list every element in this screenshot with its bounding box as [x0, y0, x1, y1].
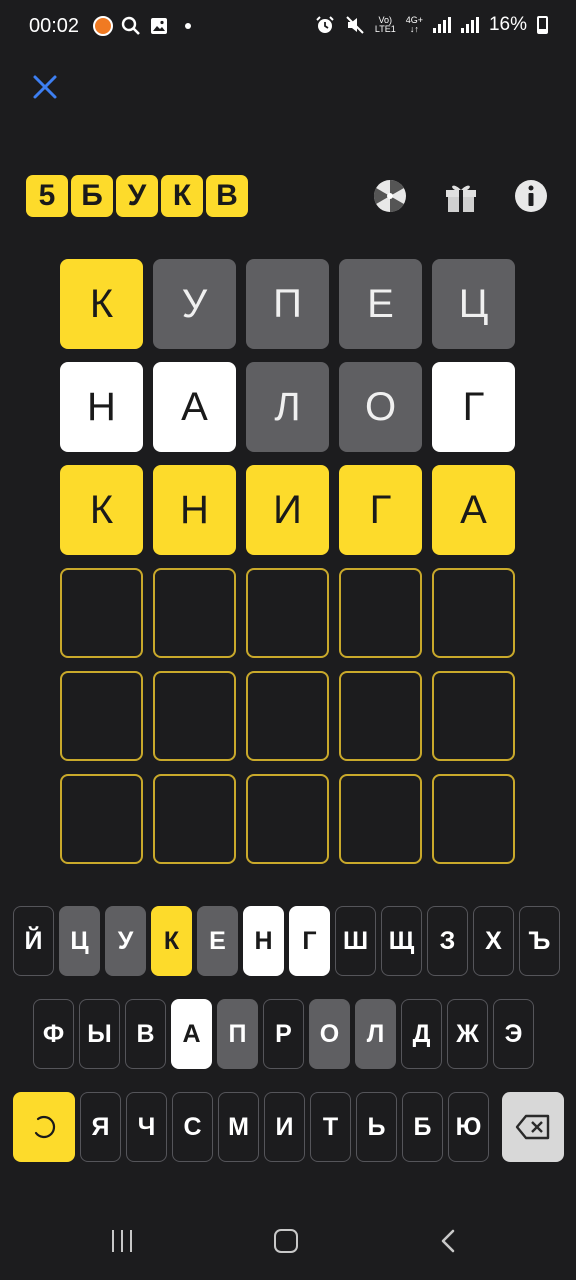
board-cell: К: [60, 465, 143, 555]
board-cell: [60, 671, 143, 761]
recent-apps-icon[interactable]: [112, 1230, 132, 1252]
key-button[interactable]: Д: [401, 999, 442, 1069]
key-button[interactable]: И: [264, 1092, 305, 1162]
key-button[interactable]: Т: [310, 1092, 351, 1162]
board-cell: П: [246, 259, 329, 349]
key-button[interactable]: Ы: [79, 999, 120, 1069]
key-button[interactable]: Ю: [448, 1092, 489, 1162]
key-button[interactable]: З: [427, 906, 468, 976]
key-button[interactable]: Э: [493, 999, 534, 1069]
board-cell: [432, 774, 515, 864]
board-cell: Е: [339, 259, 422, 349]
key-button[interactable]: К: [151, 906, 192, 976]
board-cell: Г: [432, 362, 515, 452]
board-cell: [339, 568, 422, 658]
home-icon[interactable]: [274, 1229, 298, 1253]
dot-icon: [185, 23, 191, 29]
board-cell: О: [339, 362, 422, 452]
app-notification-icon: [93, 16, 113, 36]
key-button[interactable]: С: [172, 1092, 213, 1162]
board-cell: Л: [246, 362, 329, 452]
key-button[interactable]: У: [105, 906, 146, 976]
search-icon: [121, 16, 140, 35]
key-button[interactable]: Ш: [335, 906, 376, 976]
key-button[interactable]: Л: [355, 999, 396, 1069]
game-board: КУПЕЦНАЛОГКНИГА: [60, 259, 515, 864]
status-bar: 00:02 Vo) LTE1 4G+ ↓↑ 16%: [0, 0, 576, 54]
battery-icon: [537, 16, 548, 34]
alarm-icon: [316, 16, 334, 33]
board-cell: И: [246, 465, 329, 555]
signal-icon: [432, 17, 451, 33]
loading-spinner-icon: [34, 1115, 56, 1139]
keyboard-row-1: ЙЦУКЕНГШЩЗХЪ: [13, 906, 560, 976]
key-button[interactable]: Я: [80, 1092, 121, 1162]
board-cell: [432, 671, 515, 761]
board-cell: [246, 568, 329, 658]
wheel-icon[interactable]: [372, 178, 408, 214]
system-nav-bar: [0, 1200, 576, 1280]
board-cell: [432, 568, 515, 658]
enter-button[interactable]: [13, 1092, 75, 1162]
board-cell: Г: [339, 465, 422, 555]
board-cell: [246, 774, 329, 864]
board-cell: Н: [153, 465, 236, 555]
signal-icon-2: [460, 17, 479, 33]
board-cell: [60, 568, 143, 658]
gift-icon[interactable]: [443, 178, 479, 214]
game-logo: 5 Б У К В: [26, 175, 248, 217]
key-button[interactable]: Ж: [447, 999, 488, 1069]
board-cell: У: [153, 259, 236, 349]
close-icon[interactable]: [28, 70, 62, 104]
key-button[interactable]: Р: [263, 999, 304, 1069]
key-button[interactable]: Ф: [33, 999, 74, 1069]
logo-tile: Б: [71, 175, 113, 217]
key-button[interactable]: Й: [13, 906, 54, 976]
logo-tile: У: [116, 175, 158, 217]
board-cell: [339, 671, 422, 761]
board-cell: А: [153, 362, 236, 452]
key-button[interactable]: Б: [402, 1092, 443, 1162]
board-cell: К: [60, 259, 143, 349]
board-cell: [246, 671, 329, 761]
board-cell: [153, 568, 236, 658]
logo-tile: 5: [26, 175, 68, 217]
backspace-icon: [515, 1114, 550, 1140]
key-button[interactable]: Х: [473, 906, 514, 976]
key-button[interactable]: Щ: [381, 906, 422, 976]
board-cell: [60, 774, 143, 864]
keyboard-row-2: ФЫВАПРОЛДЖЭ: [33, 999, 534, 1069]
board-cell: [153, 774, 236, 864]
key-button[interactable]: Ч: [126, 1092, 167, 1162]
key-button[interactable]: Г: [289, 906, 330, 976]
board-cell: Н: [60, 362, 143, 452]
keyboard-row-3: ЯЧСМИТЬБЮ: [13, 1092, 489, 1162]
key-button[interactable]: А: [171, 999, 212, 1069]
logo-tile: К: [161, 175, 203, 217]
key-button[interactable]: Е: [197, 906, 238, 976]
key-button[interactable]: О: [309, 999, 350, 1069]
status-time: 00:02: [29, 15, 80, 37]
key-button[interactable]: В: [125, 999, 166, 1069]
mute-icon: [346, 16, 364, 34]
key-button[interactable]: М: [218, 1092, 259, 1162]
key-button[interactable]: Н: [243, 906, 284, 976]
key-button[interactable]: Ь: [356, 1092, 397, 1162]
key-button[interactable]: Ц: [59, 906, 100, 976]
board-cell: [153, 671, 236, 761]
info-icon[interactable]: [513, 178, 549, 214]
logo-tile: В: [206, 175, 248, 217]
key-button[interactable]: Ъ: [519, 906, 560, 976]
board-cell: Ц: [432, 259, 515, 349]
back-icon[interactable]: [436, 1228, 462, 1254]
board-cell: [339, 774, 422, 864]
key-button[interactable]: П: [217, 999, 258, 1069]
board-cell: А: [432, 465, 515, 555]
backspace-button[interactable]: [502, 1092, 564, 1162]
gallery-icon: [151, 18, 167, 34]
battery-percent: 16%: [488, 14, 527, 35]
